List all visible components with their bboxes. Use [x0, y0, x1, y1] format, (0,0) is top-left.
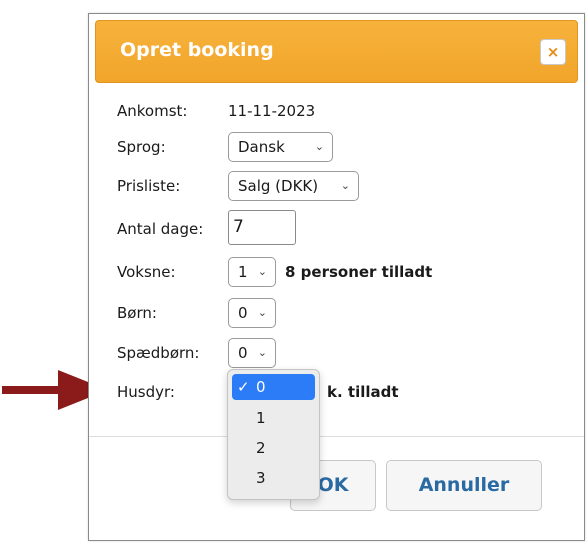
- cancel-button[interactable]: Annuller: [386, 460, 542, 511]
- arrival-value: 11-11-2023: [228, 102, 316, 120]
- language-select-value: Dansk: [238, 138, 285, 156]
- infants-select-value: 0: [238, 344, 248, 362]
- option-label: 0: [256, 378, 266, 396]
- chevron-down-icon: ⌄: [257, 346, 267, 359]
- days-input[interactable]: 7: [228, 210, 296, 245]
- dropdown-option-3[interactable]: 3: [228, 465, 319, 491]
- footer-divider: [89, 436, 584, 437]
- dropdown-option-1[interactable]: 1: [228, 405, 319, 431]
- children-label: Børn:: [117, 304, 157, 322]
- adults-select[interactable]: 1 ⌄: [228, 257, 276, 287]
- adults-label: Voksne:: [117, 263, 176, 281]
- pricelist-select-value: Salg (DKK): [238, 177, 319, 195]
- pricelist-label: Prisliste:: [117, 177, 181, 195]
- infants-select[interactable]: 0 ⌄: [228, 338, 276, 368]
- children-select-value: 0: [238, 304, 248, 322]
- infants-label: Spædbørn:: [117, 344, 200, 362]
- pets-label: Husdyr:: [117, 383, 175, 401]
- booking-dialog: Opret booking × Ankomst: 11-11-2023 Spro…: [88, 13, 585, 541]
- checkmark-icon: ✓: [237, 378, 250, 396]
- pets-dropdown-menu: ✓ 0 1 2 3: [227, 369, 320, 500]
- arrival-label: Ankomst:: [117, 102, 188, 120]
- adults-note: 8 personer tilladt: [285, 263, 433, 281]
- language-label: Sprog:: [117, 138, 166, 156]
- close-icon[interactable]: ×: [540, 39, 566, 65]
- days-label: Antal dage:: [117, 220, 204, 238]
- chevron-down-icon: ⌄: [314, 140, 324, 153]
- adults-select-value: 1: [238, 263, 248, 281]
- children-select[interactable]: 0 ⌄: [228, 298, 276, 328]
- dialog-titlebar: Opret booking ×: [95, 20, 578, 83]
- chevron-down-icon: ⌄: [257, 306, 267, 319]
- language-select[interactable]: Dansk ⌄: [228, 132, 333, 162]
- chevron-down-icon: ⌄: [257, 265, 267, 278]
- dropdown-option-0[interactable]: ✓ 0: [232, 374, 315, 400]
- dropdown-option-2[interactable]: 2: [228, 435, 319, 461]
- chevron-down-icon: ⌄: [340, 179, 350, 192]
- dialog-title: Opret booking: [120, 39, 274, 61]
- pricelist-select[interactable]: Salg (DKK) ⌄: [228, 171, 359, 201]
- pets-note: k. tilladt: [327, 383, 399, 401]
